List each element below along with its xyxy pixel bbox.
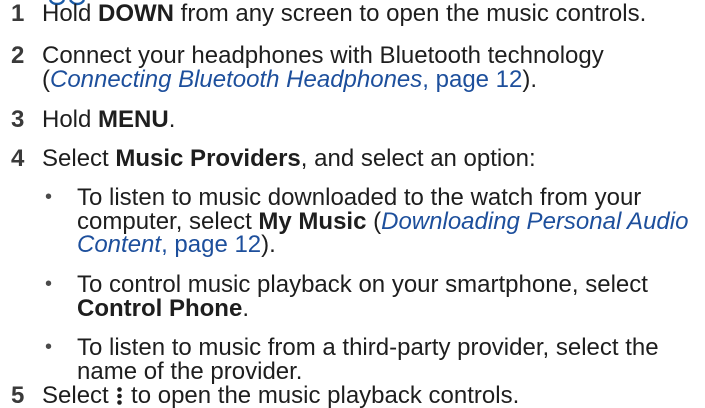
step-text: Select Music Providers, and select an op… — [42, 147, 536, 171]
option-text-cont: computer, select My Music (Downloading P… — [77, 207, 688, 235]
option-text-cont: Content, page 12). — [77, 233, 276, 257]
text: ). — [522, 65, 538, 93]
step-4: 4 Select Music Providers, and select an … — [0, 147, 705, 171]
link-downloading-personal-audio-content-cont[interactable]: Content, page 12 — [77, 231, 261, 258]
option-text-cont: Control Phone. — [77, 294, 249, 322]
step-text: Select to open the music playback contro… — [42, 384, 519, 408]
step-text: Hold DOWN from any screen to open the mu… — [42, 2, 646, 26]
option-third-party-provider: • To listen to music from a third-party … — [0, 336, 705, 383]
text: Hold — [42, 0, 99, 27]
text: . — [242, 294, 249, 322]
step-number: 5 — [11, 382, 25, 408]
step-3: 3 Hold MENU. — [0, 108, 705, 132]
text: ( — [42, 65, 50, 93]
text: ( — [366, 207, 382, 235]
link-downloading-personal-audio-content[interactable]: Downloading Personal Audio — [381, 208, 688, 235]
step-number: 1 — [11, 0, 25, 27]
option-control-phone: • To control music playback on your smar… — [0, 273, 705, 320]
bullet-icon: • — [45, 336, 53, 358]
option-text: To listen to music downloaded to the wat… — [77, 184, 642, 211]
text: to open the music playback controls. — [124, 382, 520, 408]
text: , and select an option: — [300, 145, 536, 172]
step-number: 4 — [11, 145, 25, 172]
text: Select — [42, 382, 116, 408]
step-2: 2 Connect your headphones with Bluetooth… — [0, 44, 705, 91]
step-text: Connect your headphones with Bluetooth t… — [42, 42, 604, 69]
option-text: To listen to music from a third-party pr… — [77, 334, 659, 361]
text: Hold — [42, 106, 99, 133]
step-5: 5 Select to open the music playback cont… — [0, 384, 705, 408]
text: Select — [42, 145, 116, 172]
menu-name: Music Providers — [115, 145, 301, 172]
step-text: Hold MENU. — [42, 108, 175, 132]
text: ). — [261, 231, 276, 258]
key-name: MENU — [98, 106, 169, 133]
link-title: Content — [77, 231, 162, 258]
text: . — [168, 106, 176, 133]
step-number: 3 — [11, 106, 25, 133]
option-text-cont: name of the provider. — [77, 357, 303, 385]
text: from any screen to open the music contro… — [174, 0, 647, 27]
option-name: Control Phone — [77, 294, 243, 322]
link-page: , page 12 — [422, 65, 523, 93]
step-number: 2 — [11, 42, 25, 69]
step-1: 1 Hold DOWN from any screen to open the … — [0, 2, 705, 26]
bullet-icon: • — [45, 273, 53, 295]
link-page: , page 12 — [161, 231, 262, 258]
step-text-cont: (Connecting Bluetooth Headphones, page 1… — [42, 65, 538, 93]
bullet-icon: • — [45, 186, 53, 208]
option-text: To control music playback on your smartp… — [77, 271, 648, 298]
key-name: DOWN — [98, 0, 175, 27]
option-my-music: • To listen to music downloaded to the w… — [0, 186, 705, 257]
link-title: Connecting Bluetooth Headphones — [50, 65, 423, 93]
link-connecting-bluetooth-headphones[interactable]: Connecting Bluetooth Headphones, page 12 — [50, 66, 522, 93]
